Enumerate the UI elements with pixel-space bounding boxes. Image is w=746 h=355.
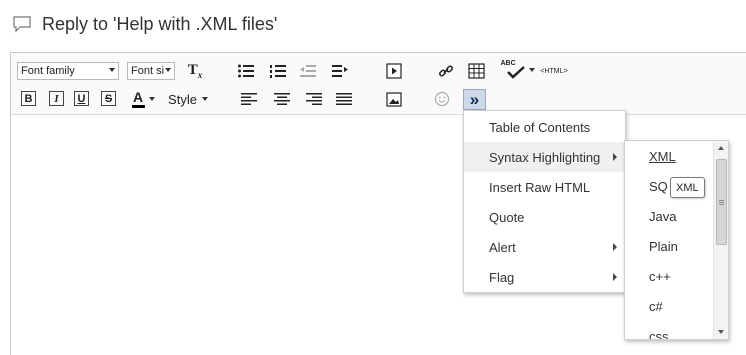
font-family-select[interactable]: Font family <box>17 62 119 80</box>
submenu-item-plain[interactable]: Plain <box>625 231 715 261</box>
menu-item-syntax-highlighting[interactable]: Syntax Highlighting <box>464 142 625 172</box>
menu-item-quote[interactable]: Quote <box>464 202 625 232</box>
chevron-down-icon <box>109 68 115 72</box>
scrollbar-thumb[interactable] <box>716 159 727 245</box>
insert-table-button[interactable] <box>467 62 485 80</box>
style-label: Style <box>168 91 197 107</box>
insert-media-button[interactable] <box>385 62 403 80</box>
bold-icon: B <box>24 92 33 105</box>
table-icon <box>467 63 485 79</box>
submenu-item-xml[interactable]: XML <box>625 141 715 171</box>
submenu-item-label: Java <box>649 208 677 224</box>
chevron-down-icon <box>165 68 171 72</box>
submenu-item-label: SQ <box>649 178 668 194</box>
submenu-item-css[interactable]: css <box>625 321 715 340</box>
align-right-icon <box>306 93 322 105</box>
smiley-icon <box>434 91 450 107</box>
italic-button[interactable]: I <box>49 91 64 106</box>
menu-item-flag[interactable]: Flag <box>464 262 625 292</box>
submenu-arrow-icon <box>613 243 617 251</box>
menu-item-alert[interactable]: Alert <box>464 232 625 262</box>
align-center-button[interactable] <box>273 91 291 107</box>
spell-check-icon: ABC <box>500 60 526 80</box>
reply-header: Reply to 'Help with .XML files' <box>12 10 277 38</box>
tooltip: XML <box>670 177 705 198</box>
font-family-label: Font family <box>21 65 75 77</box>
font-size-select[interactable]: Font si <box>127 62 175 80</box>
numbered-list-icon <box>270 65 286 78</box>
underline-button[interactable]: U <box>74 91 89 106</box>
link-icon <box>439 65 453 77</box>
comment-icon <box>13 16 31 33</box>
double-chevron-right-icon: » <box>469 89 480 109</box>
insert-image-button[interactable] <box>385 91 403 107</box>
html-source-button[interactable]: <HTML> <box>537 64 571 78</box>
html-source-label: <HTML> <box>540 67 568 75</box>
bold-button[interactable]: B <box>21 91 36 106</box>
submenu-arrow-icon <box>613 153 617 161</box>
indent-icon <box>332 65 348 77</box>
align-left-button[interactable] <box>240 91 258 107</box>
outdent-icon <box>300 65 316 77</box>
decrease-indent-button[interactable] <box>299 62 317 80</box>
align-center-icon <box>274 93 290 105</box>
scroll-down-arrow-icon[interactable] <box>718 330 724 334</box>
align-justify-button[interactable] <box>335 91 353 107</box>
strikethrough-button[interactable]: S <box>101 91 116 106</box>
text-color-icon: A <box>131 90 145 108</box>
menu-item-label: Insert Raw HTML <box>489 179 591 195</box>
image-icon <box>386 91 402 107</box>
font-size-label: Font si <box>131 65 165 77</box>
insert-menu: Table of Contents Syntax Highlighting In… <box>463 110 626 293</box>
submenu-item-label: c++ <box>649 268 671 284</box>
submenu-item-cpp[interactable]: c++ <box>625 261 715 291</box>
insert-link-button[interactable] <box>437 62 455 80</box>
align-right-button[interactable] <box>305 91 323 107</box>
submenu-scrollbar[interactable] <box>713 141 728 339</box>
syntax-highlighting-submenu: XML SQ Java Plain c++ c# css <box>624 140 729 340</box>
bulleted-list-button[interactable] <box>237 62 255 80</box>
menu-item-table-of-contents[interactable]: Table of Contents <box>464 112 625 142</box>
text-color-button[interactable]: A <box>129 89 157 109</box>
submenu-item-java[interactable]: Java <box>625 201 715 231</box>
menu-item-label: Quote <box>489 209 525 225</box>
style-dropdown[interactable]: Style <box>165 90 211 108</box>
grip-icon <box>719 200 724 205</box>
chevron-down-icon <box>201 97 208 101</box>
page-title: Reply to 'Help with .XML files' <box>42 13 278 34</box>
scroll-up-arrow-icon[interactable] <box>718 146 724 150</box>
submenu-item-label: c# <box>649 298 663 314</box>
submenu-item-label: XML <box>649 148 676 164</box>
chevron-down-icon <box>148 97 155 101</box>
chevron-down-icon <box>528 68 535 72</box>
menu-item-label: Syntax Highlighting <box>489 149 601 165</box>
italic-icon: I <box>54 92 59 105</box>
tooltip-text: XML <box>676 181 699 194</box>
bulleted-list-icon <box>238 64 254 78</box>
submenu-item-csharp[interactable]: c# <box>625 291 715 321</box>
play-icon <box>386 63 402 79</box>
emoticon-button[interactable] <box>433 90 451 108</box>
menu-item-label: Flag <box>489 269 515 285</box>
menu-item-insert-raw-html[interactable]: Insert Raw HTML <box>464 172 625 202</box>
strikethrough-icon: S <box>104 92 113 105</box>
remove-format-icon: Tx <box>187 62 203 80</box>
submenu-arrow-icon <box>613 273 617 281</box>
menu-item-label: Alert <box>489 239 516 255</box>
align-justify-icon <box>336 93 352 105</box>
submenu-item-label: css <box>649 328 669 340</box>
align-left-icon <box>241 93 257 105</box>
spell-check-button[interactable]: ABC <box>499 59 535 81</box>
submenu-item-label: Plain <box>649 238 678 254</box>
editor-toolbar: Font family Font si Tx ABC <HTML> B I U … <box>11 53 746 115</box>
menu-item-label: Table of Contents <box>489 119 591 135</box>
numbered-list-button[interactable] <box>269 62 287 80</box>
remove-format-button[interactable]: Tx <box>185 61 205 81</box>
increase-indent-button[interactable] <box>331 62 349 80</box>
underline-icon: U <box>77 92 86 105</box>
more-options-button[interactable]: » <box>463 89 486 110</box>
